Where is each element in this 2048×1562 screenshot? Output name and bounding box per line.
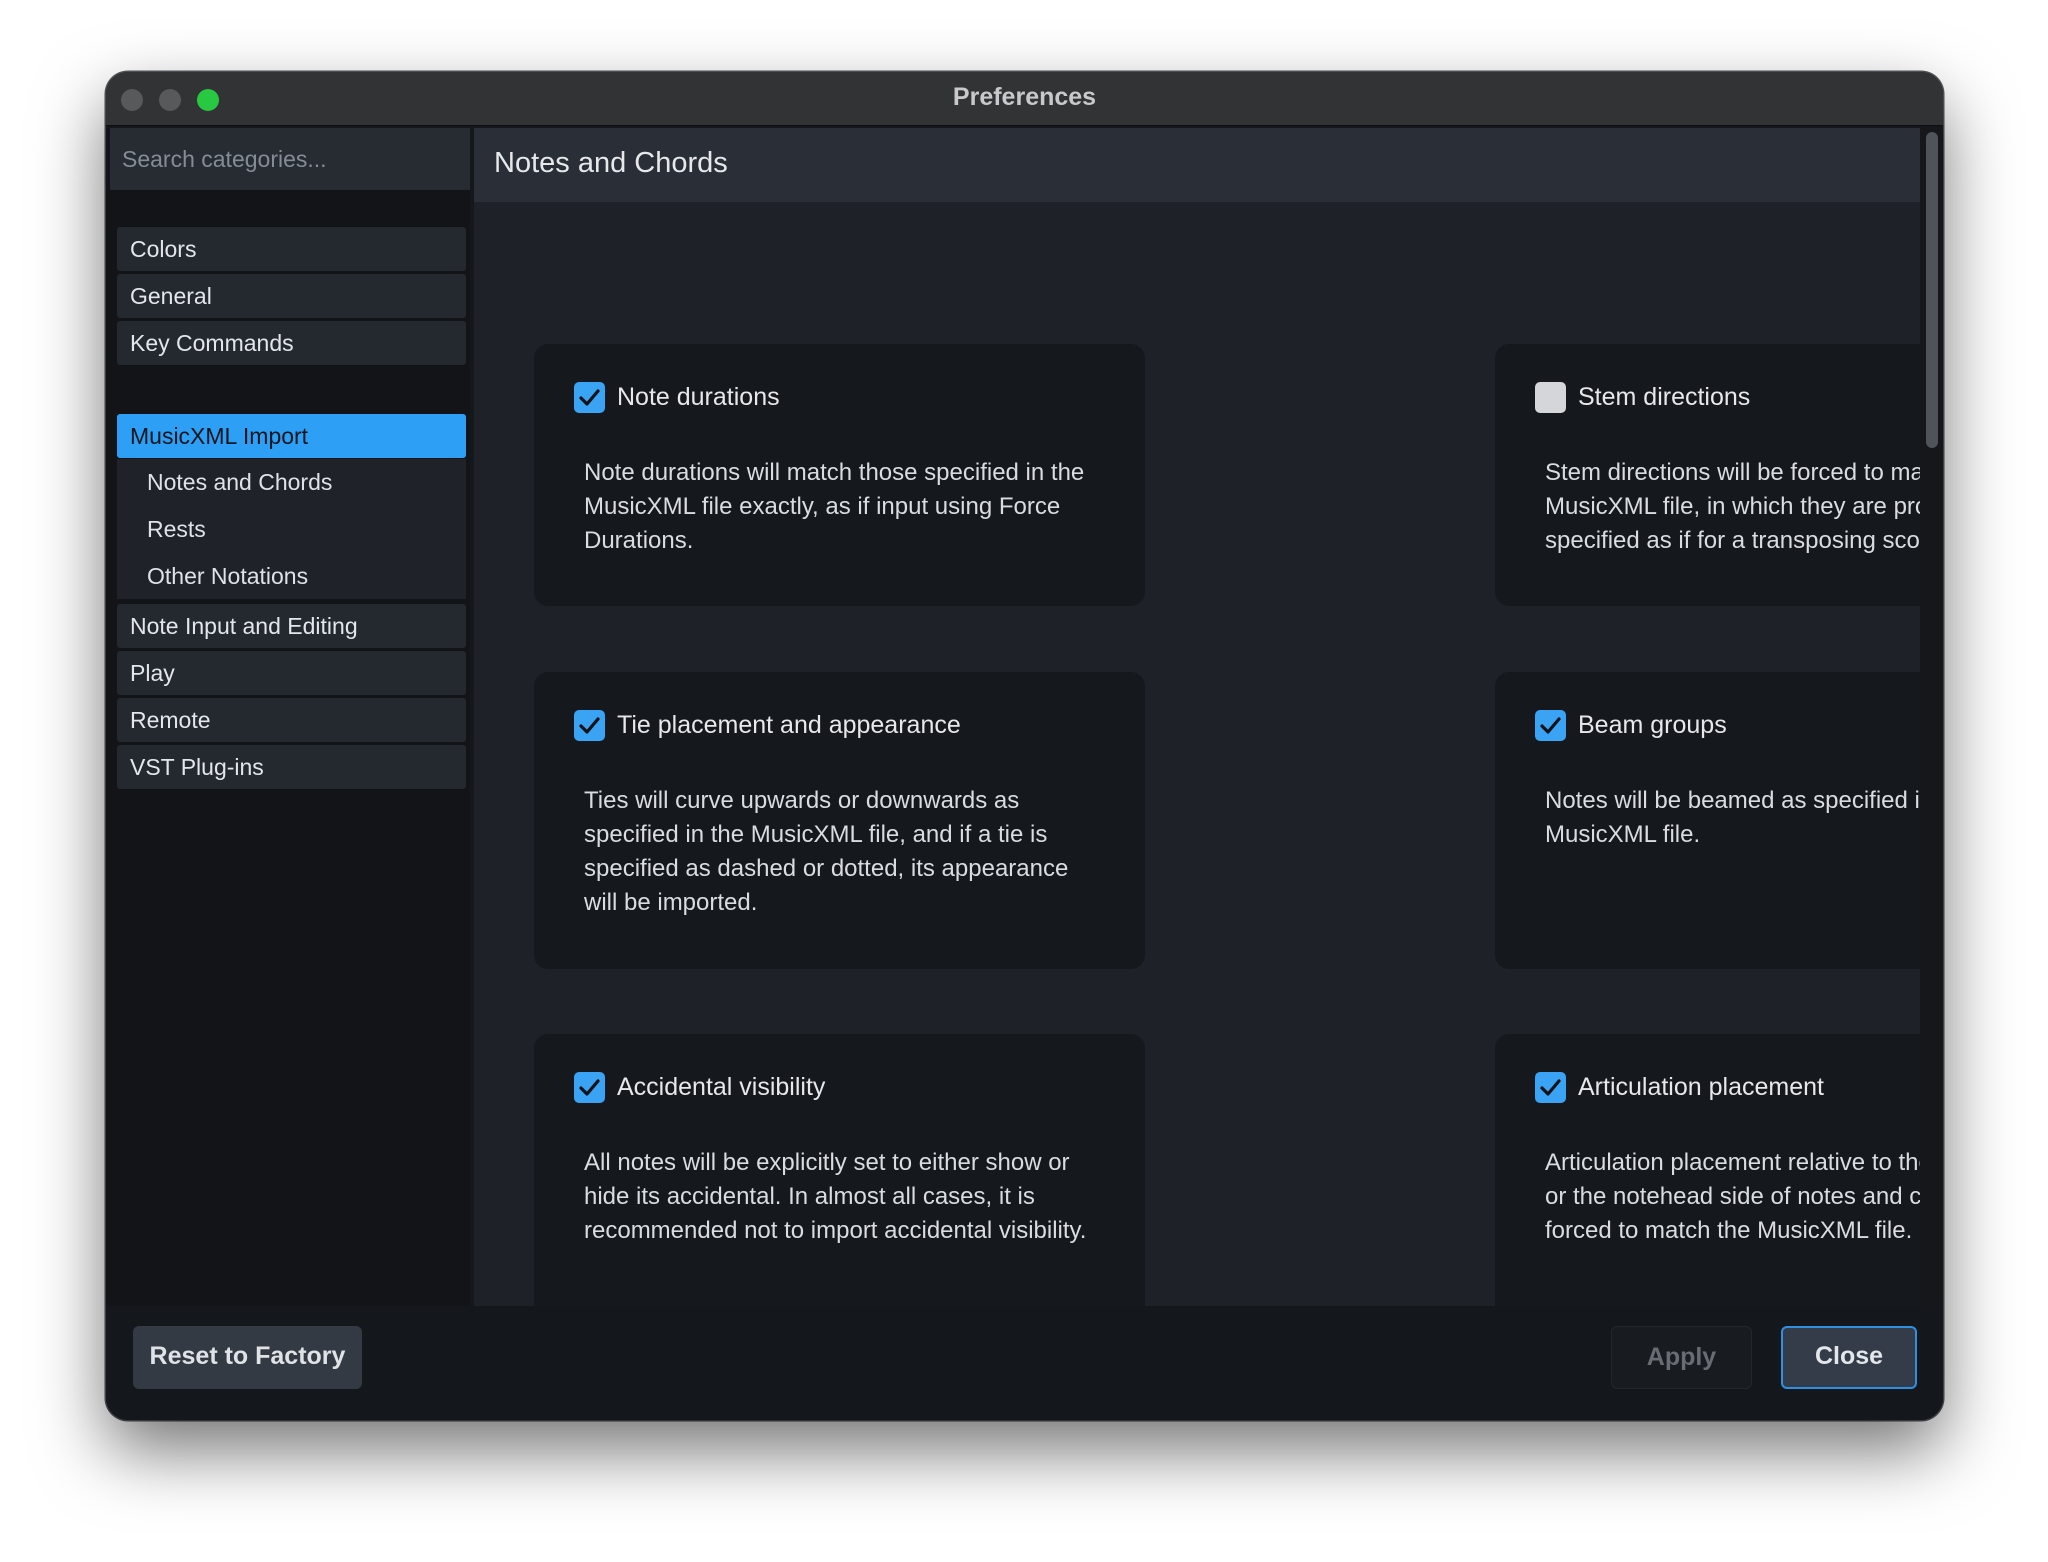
- sidebar-item-colors[interactable]: Colors: [117, 227, 466, 271]
- option-card-articulation-placement: Articulation placement Articulation plac…: [1495, 1034, 1943, 1331]
- scrollbar-thumb[interactable]: [1926, 132, 1938, 448]
- option-card-tie-placement: Tie placement and appearance Ties will c…: [534, 672, 1145, 969]
- option-card-stem-directions: Stem directions Stem directions will be …: [1495, 344, 1943, 606]
- option-label: Tie placement and appearance: [617, 711, 961, 739]
- sidebar: Colors General Key Commands MusicXML Imp…: [106, 128, 470, 1306]
- sidebar-subitem-rests[interactable]: Rests: [147, 509, 206, 549]
- search-categories-input[interactable]: [110, 128, 470, 190]
- sidebar-item-vst-plug-ins[interactable]: VST Plug-ins: [117, 745, 466, 789]
- sidebar-subitem-notes-and-chords[interactable]: Notes and Chords: [147, 462, 332, 502]
- section-header: Notes and Chords: [474, 128, 1920, 202]
- checkmark-icon: [579, 717, 600, 734]
- option-label: Beam groups: [1578, 711, 1727, 739]
- option-card-note-durations: Note durations Note durations will match…: [534, 344, 1145, 606]
- checkbox-beam-groups[interactable]: [1535, 710, 1566, 741]
- main-panel: Notes and Chords Note durations Note dur…: [474, 128, 1943, 1331]
- checkmark-icon: [1540, 1079, 1561, 1096]
- section-title: Notes and Chords: [494, 147, 728, 179]
- sidebar-item-musicxml-import[interactable]: MusicXML Import: [117, 414, 466, 458]
- vertical-scrollbar[interactable]: [1920, 128, 1943, 1306]
- sidebar-item-play[interactable]: Play: [117, 651, 466, 695]
- option-card-beam-groups: Beam groups Notes will be beamed as spec…: [1495, 672, 1943, 969]
- option-card-accidental-visibility: Accidental visibility All notes will be …: [534, 1034, 1145, 1331]
- option-description: All notes will be explicitly set to eith…: [584, 1149, 1087, 1244]
- checkmark-icon: [1540, 717, 1561, 734]
- option-description: Ties will curve upwards or downwards as …: [584, 787, 1069, 916]
- option-description: Notes will be beamed as specified in the…: [1545, 787, 1943, 848]
- option-description: Articulation placement relative to the s…: [1545, 1149, 1943, 1244]
- sidebar-subitem-other-notations[interactable]: Other Notations: [147, 556, 308, 596]
- option-label: Articulation placement: [1578, 1073, 1824, 1101]
- sidebar-item-general[interactable]: General: [117, 274, 466, 318]
- checkbox-stem-directions[interactable]: [1535, 382, 1566, 413]
- checkbox-tie-placement[interactable]: [574, 710, 605, 741]
- option-label: Accidental visibility: [617, 1073, 826, 1101]
- checkmark-icon: [579, 389, 600, 406]
- preferences-window: Preferences Colors General Key Commands …: [106, 72, 1943, 1420]
- sidebar-item-key-commands[interactable]: Key Commands: [117, 321, 466, 365]
- checkbox-accidental-visibility[interactable]: [574, 1072, 605, 1103]
- close-button[interactable]: Close: [1781, 1326, 1917, 1389]
- title-bar: Preferences: [106, 72, 1943, 126]
- option-description: Note durations will match those specifie…: [584, 459, 1085, 554]
- option-description: Stem directions will be forced to match …: [1545, 459, 1943, 554]
- checkbox-articulation-placement[interactable]: [1535, 1072, 1566, 1103]
- musicxml-import-subitems: Notes and Chords Rests Other Notations: [117, 459, 466, 599]
- dialog-footer: Reset to Factory Apply Close: [106, 1306, 1943, 1420]
- option-label: Note durations: [617, 383, 780, 411]
- reset-to-factory-button[interactable]: Reset to Factory: [133, 1326, 362, 1389]
- sidebar-item-note-input-and-editing[interactable]: Note Input and Editing: [117, 604, 466, 648]
- apply-button[interactable]: Apply: [1611, 1326, 1752, 1389]
- window-title: Preferences: [952, 83, 1097, 111]
- checkbox-note-durations[interactable]: [574, 382, 605, 413]
- checkmark-icon: [579, 1079, 600, 1096]
- sidebar-item-remote[interactable]: Remote: [117, 698, 466, 742]
- option-label: Stem directions: [1578, 383, 1751, 411]
